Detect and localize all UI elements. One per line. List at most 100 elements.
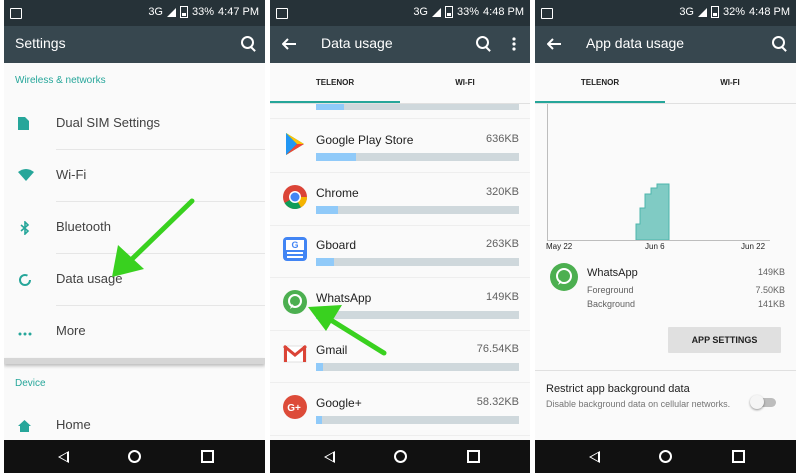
back-arrow-icon[interactable]	[547, 38, 561, 50]
battery-percent: 33%	[457, 6, 480, 18]
chart-date-start: May 22	[546, 242, 573, 251]
app-name: Chrome	[316, 185, 359, 200]
data-usage-icon	[18, 273, 31, 286]
data-usage-screen: 3G 33% 4:48 PM Data usage TELENOR WI-FI …	[270, 0, 530, 473]
background-value: 141KB	[757, 299, 785, 309]
svg-text:G: G	[291, 240, 298, 250]
status-bar: 3G 33% 4:47 PM	[4, 0, 265, 26]
recents-nav-icon[interactable]	[467, 450, 480, 463]
chart-date-mid: Jun 6	[645, 242, 665, 251]
usage-bar-fill	[316, 310, 329, 319]
home-nav-icon[interactable]	[394, 450, 407, 463]
search-icon[interactable]	[241, 36, 254, 49]
app-total: 149KB	[757, 267, 785, 277]
usage-bar	[316, 415, 519, 424]
battery-percent: 33%	[192, 6, 215, 18]
foreground-label: Foreground	[587, 285, 634, 295]
navigation-bar	[270, 440, 530, 473]
tab-bar: TELENOR WI-FI	[535, 63, 796, 104]
signal-icon	[698, 7, 707, 17]
wifi-icon	[18, 169, 34, 182]
recents-nav-icon[interactable]	[201, 450, 214, 463]
section-header-wireless: Wireless & networks	[15, 75, 106, 86]
search-icon[interactable]	[772, 36, 785, 49]
clock: 4:48 PM	[749, 6, 790, 18]
restrict-background-description: Disable background data on cellular netw…	[546, 399, 731, 409]
page-title: Settings	[15, 35, 66, 51]
page-title: Data usage	[321, 35, 393, 51]
app-name: WhatsApp	[316, 290, 372, 305]
search-icon[interactable]	[476, 36, 489, 49]
bluetooth-icon	[20, 220, 33, 236]
home-icon	[18, 419, 31, 432]
app-usage-amount: 636KB	[485, 133, 519, 145]
usage-chart[interactable]	[547, 104, 770, 241]
clock: 4:48 PM	[483, 6, 524, 18]
app-usage-row[interactable]: G+ Google+ 58.32KB	[270, 383, 530, 436]
svg-text:G+: G+	[287, 403, 301, 414]
app-usage-row[interactable]: Gmail 76.54KB	[270, 330, 530, 383]
network-type: 3G	[148, 6, 163, 18]
gboard-icon: G	[282, 236, 308, 262]
tab-telenor[interactable]: TELENOR	[540, 78, 660, 87]
battery-icon	[180, 6, 188, 18]
app-usage-row[interactable]: G Gboard 263KB	[270, 225, 530, 278]
home-nav-icon[interactable]	[659, 450, 672, 463]
app-data-usage-screen: 3G 32% 4:48 PM App data usage TELENOR WI…	[535, 0, 796, 473]
app-usage-row[interactable]: WhatsApp 149KB	[270, 278, 530, 331]
toggle-thumb[interactable]	[750, 395, 764, 409]
tab-indicator	[270, 101, 400, 103]
settings-item-data-usage[interactable]: Data usage	[4, 254, 265, 306]
app-name: WhatsApp	[587, 267, 638, 279]
usage-bar-fill	[316, 205, 338, 214]
list-item-partial[interactable]	[270, 104, 530, 119]
back-arrow-icon[interactable]	[282, 38, 296, 50]
signal-icon	[167, 7, 176, 17]
usage-bar-fill	[316, 258, 334, 266]
settings-screen: 3G 33% 4:47 PM Settings Wireless & netwo…	[4, 0, 265, 473]
back-nav-icon[interactable]	[324, 451, 335, 463]
tab-wifi[interactable]: WI-FI	[405, 78, 525, 87]
app-usage-amount: 149KB	[485, 290, 519, 303]
recents-nav-icon[interactable]	[732, 450, 745, 463]
app-name: Gmail	[316, 343, 348, 357]
app-name: Gboard	[316, 238, 357, 252]
app-usage-amount: 58.32KB	[476, 395, 519, 408]
settings-item-bluetooth[interactable]: Bluetooth	[4, 202, 265, 254]
tab-telenor[interactable]: TELENOR	[275, 78, 395, 87]
navigation-bar	[535, 440, 796, 473]
more-dots-icon	[18, 325, 32, 338]
app-usage-row[interactable]: Chrome 320KB	[270, 173, 530, 226]
usage-bar	[316, 104, 519, 110]
overflow-menu-icon[interactable]	[512, 37, 516, 51]
divider	[535, 370, 796, 371]
app-settings-button[interactable]: APP SETTINGS	[668, 327, 781, 353]
network-type: 3G	[679, 6, 694, 18]
usage-bar	[316, 363, 519, 371]
tab-wifi[interactable]: WI-FI	[670, 78, 790, 87]
settings-item-wifi[interactable]: Wi-Fi	[4, 150, 265, 202]
home-nav-icon[interactable]	[128, 450, 141, 463]
back-nav-icon[interactable]	[58, 451, 69, 463]
app-usage-row[interactable]: Google Play Store 636KB	[270, 120, 530, 173]
gallery-notification-icon	[10, 8, 22, 19]
settings-item-label: Bluetooth	[56, 219, 111, 234]
settings-item-dual-sim[interactable]: Dual SIM Settings	[4, 98, 265, 150]
usage-bar	[316, 153, 519, 161]
whatsapp-icon	[550, 263, 578, 291]
app-usage-amount: 263KB	[485, 238, 519, 250]
settings-item-label: Wi-Fi	[56, 167, 87, 182]
settings-item-more[interactable]: More	[4, 306, 265, 358]
google-plus-icon: G+	[282, 394, 308, 420]
background-row: Background 141KB	[587, 299, 785, 309]
app-name: Google+	[316, 395, 362, 410]
section-header-device: Device	[15, 378, 46, 389]
back-nav-icon[interactable]	[589, 451, 600, 463]
chart-date-end: Jun 22	[741, 242, 766, 251]
settings-item-label: Dual SIM Settings	[56, 115, 161, 130]
battery-icon	[711, 6, 719, 18]
app-bar: App data usage	[535, 26, 796, 63]
app-usage-amount: 76.54KB	[476, 343, 519, 355]
settings-item-label: Data usage	[56, 271, 123, 286]
app-usage-amount: 320KB	[485, 185, 519, 198]
